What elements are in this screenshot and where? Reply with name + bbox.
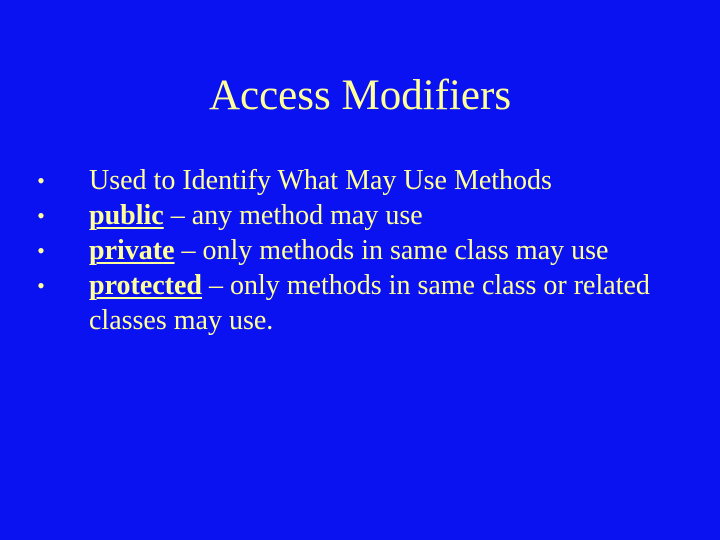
keyword-protected: protected	[89, 270, 202, 301]
bullet-icon: •	[37, 238, 45, 263]
bullet-text: Used to Identify What May Use Methods	[89, 165, 552, 196]
bullet-item-usage: • Used to Identify What May Use Methods	[30, 163, 690, 198]
bullet-item-public: • public – any method may use	[30, 198, 690, 233]
slide-title: Access Modifiers	[208, 72, 512, 119]
bullet-icon: •	[37, 273, 45, 298]
bullet-text: – only methods in same class may use	[174, 235, 609, 266]
keyword-public: public	[89, 200, 164, 231]
slide: Access Modifiers • Used to Identify What…	[0, 0, 720, 540]
bullet-icon: •	[37, 168, 45, 193]
bullet-text: – any method may use	[163, 200, 423, 231]
bullet-icon: •	[37, 203, 45, 228]
keyword-private: private	[89, 235, 175, 266]
bullet-list: • Used to Identify What May Use Methods …	[30, 163, 690, 338]
bullet-item-protected: • protected – only methods in same class…	[30, 268, 690, 338]
bullet-item-private: • private – only methods in same class m…	[30, 233, 690, 268]
